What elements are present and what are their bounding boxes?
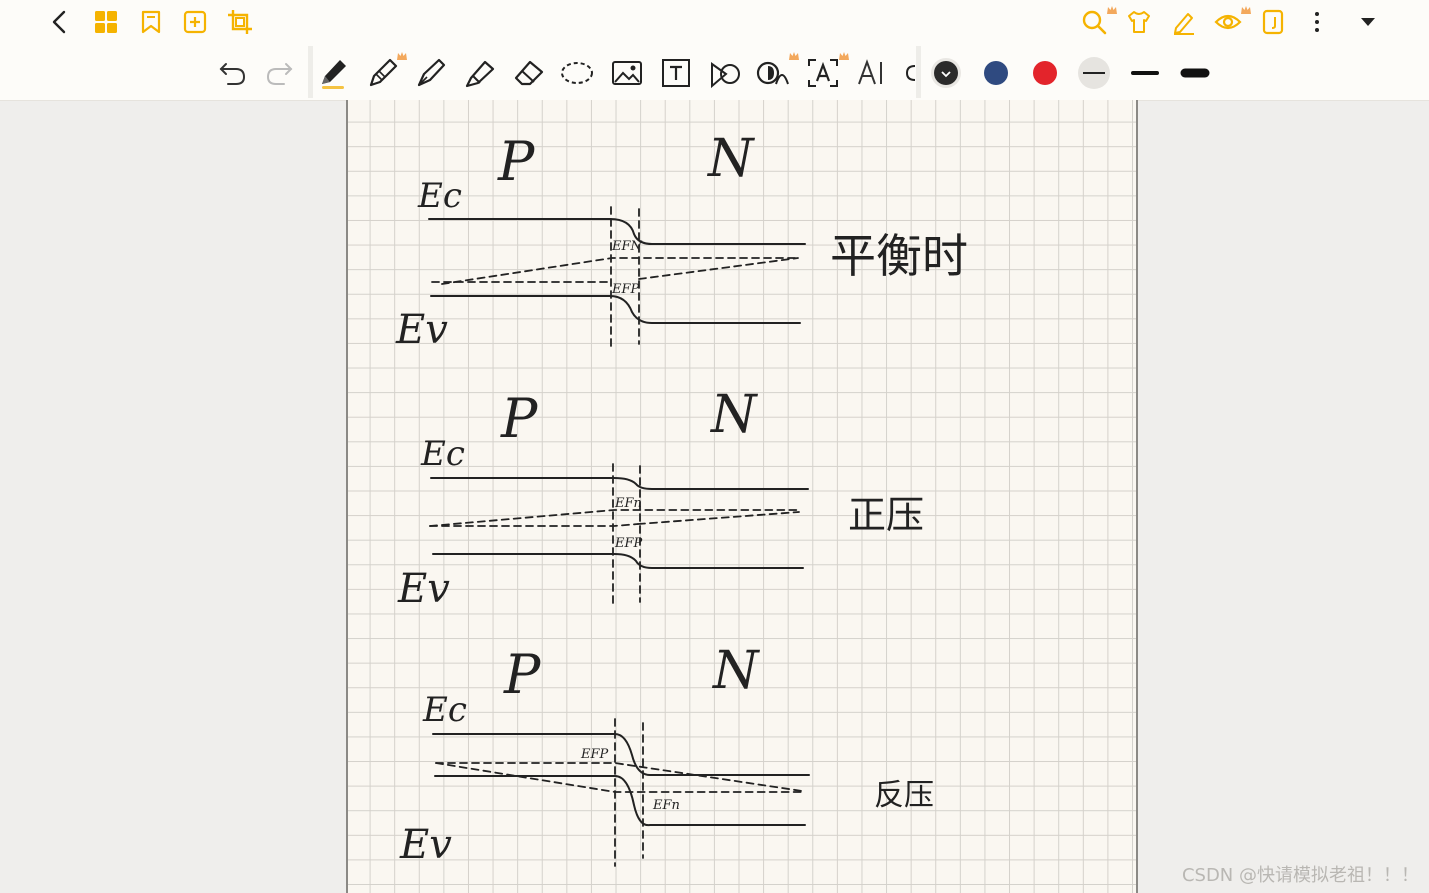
dropdown-icon[interactable] bbox=[1354, 8, 1382, 36]
depletion-boundary bbox=[610, 206, 640, 351]
caption-forward-bias: 正压 bbox=[848, 493, 924, 537]
bookmark-icon[interactable] bbox=[137, 8, 165, 36]
label-n: N bbox=[706, 129, 755, 189]
watermark: CSDN @快请模拟老祖！！！ bbox=[1181, 865, 1419, 886]
ocr-icon[interactable] bbox=[806, 56, 840, 90]
lasso-icon[interactable] bbox=[560, 56, 594, 90]
label-efp: EFP bbox=[580, 747, 609, 762]
ec-band-line bbox=[432, 733, 810, 776]
efp-level-line bbox=[429, 523, 639, 527]
label-efp: EFP bbox=[611, 282, 640, 297]
caption-equilibrium: 平衡时 bbox=[830, 229, 968, 283]
efn-level-line bbox=[429, 509, 800, 527]
back-icon[interactable] bbox=[46, 8, 74, 36]
diagram-reverse-bias: P N Ec Ev EFP EFn 反压 bbox=[399, 641, 934, 868]
label-n: N bbox=[711, 641, 760, 701]
crown-icon bbox=[1241, 6, 1251, 14]
label-ev: Ev bbox=[395, 307, 448, 353]
highlighter-icon[interactable] bbox=[463, 56, 497, 90]
color-black-swatch[interactable] bbox=[929, 56, 963, 90]
undo-icon[interactable] bbox=[216, 56, 250, 90]
toolbar-divider bbox=[916, 46, 921, 98]
eraser-icon[interactable] bbox=[512, 56, 546, 90]
label-p: P bbox=[500, 387, 539, 450]
label-p: P bbox=[503, 643, 542, 706]
color-blue-swatch[interactable] bbox=[979, 56, 1013, 90]
diagram-equilibrium: P N Ec Ev EFN EFP 平衡时 bbox=[395, 129, 968, 353]
handwritten-drawing: P N Ec Ev EFN EFP 平衡时 P N Ec Ev EFn EFP … bbox=[395, 129, 968, 868]
eye-icon[interactable] bbox=[1214, 8, 1242, 36]
highlight-pen-icon[interactable] bbox=[1170, 8, 1198, 36]
stroke-thick-option[interactable] bbox=[1178, 56, 1212, 90]
caption-reverse-bias: 反压 bbox=[874, 778, 934, 813]
crown-icon bbox=[839, 52, 849, 60]
label-efn: EFn bbox=[614, 496, 642, 511]
label-ec: Ec bbox=[422, 690, 467, 730]
stroke-medium-option[interactable] bbox=[1128, 56, 1162, 90]
toolbar bbox=[0, 0, 1429, 101]
add-page-icon[interactable] bbox=[181, 8, 209, 36]
crown-icon bbox=[1107, 6, 1117, 14]
shape-icon[interactable] bbox=[708, 56, 742, 90]
label-n: N bbox=[709, 385, 758, 445]
note-page[interactable]: P N Ec Ev EFN EFP 平衡时 P N Ec Ev EFn EFP … bbox=[346, 100, 1138, 893]
recognize-icon[interactable] bbox=[756, 56, 790, 90]
efp-n-side-line bbox=[638, 257, 799, 280]
image-icon[interactable] bbox=[610, 56, 644, 90]
ink-icon[interactable] bbox=[903, 56, 917, 90]
label-ec: Ec bbox=[417, 176, 462, 216]
grid-icon[interactable] bbox=[92, 8, 120, 36]
ev-band-line bbox=[430, 295, 801, 324]
label-ev: Ev bbox=[397, 566, 450, 612]
crown-icon bbox=[789, 52, 799, 60]
label-efp: EFP bbox=[614, 536, 643, 551]
label-ec: Ec bbox=[420, 434, 465, 474]
diagram-forward-bias: P N Ec Ev EFn EFP 正压 bbox=[397, 385, 924, 612]
text-box-icon[interactable] bbox=[659, 56, 693, 90]
pencil-icon[interactable] bbox=[366, 56, 400, 90]
redo-icon[interactable] bbox=[262, 56, 296, 90]
shirt-icon[interactable] bbox=[1125, 8, 1153, 36]
crown-icon bbox=[397, 52, 407, 60]
label-ev: Ev bbox=[399, 822, 452, 868]
label-p: P bbox=[497, 130, 536, 193]
stroke-thin-option[interactable] bbox=[1077, 56, 1111, 90]
color-red-swatch[interactable] bbox=[1028, 56, 1062, 90]
selected-tool-indicator bbox=[322, 86, 344, 89]
ev-band-line bbox=[432, 553, 804, 569]
ai-icon[interactable] bbox=[855, 56, 889, 90]
more-icon[interactable] bbox=[1303, 8, 1331, 36]
ec-band-line bbox=[430, 477, 809, 490]
pen-icon[interactable] bbox=[316, 56, 350, 90]
efn-level-line bbox=[441, 257, 796, 285]
crop-icon[interactable] bbox=[226, 8, 254, 36]
label-efn: EFn bbox=[652, 798, 680, 813]
page-template-icon[interactable] bbox=[1259, 8, 1287, 36]
toolbar-divider bbox=[308, 46, 313, 98]
label-efn: EFN bbox=[611, 239, 643, 254]
fountain-pen-icon[interactable] bbox=[414, 56, 448, 90]
search-icon[interactable] bbox=[1080, 8, 1108, 36]
efp-n-side-line bbox=[637, 511, 800, 525]
